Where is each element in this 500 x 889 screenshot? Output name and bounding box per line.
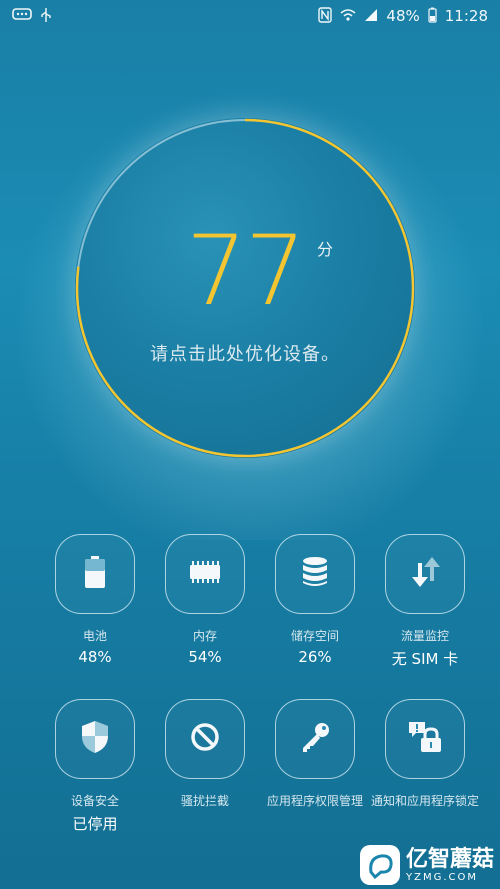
key-icon — [298, 720, 332, 758]
feature-grid: 电池 48% 内存 54% 储存空间 26% 流量监控 无 SIM 卡 设备安全… — [40, 534, 480, 834]
watermark-title: 亿智蘑菇 — [405, 846, 494, 872]
score-value: 77 — [185, 215, 306, 327]
tile-value: 48% — [78, 648, 112, 666]
battery-percent: 48% — [386, 7, 420, 25]
tile-app-permissions[interactable]: 应用程序权限管理 — [260, 699, 370, 834]
status-bar: 48% 11:28 — [0, 0, 500, 32]
tile-notification-app-lock[interactable]: 通知和应用程序锁定 — [370, 699, 480, 834]
tile-label: 内存 — [192, 629, 217, 643]
tile-battery[interactable]: 电池 48% — [40, 534, 150, 669]
nfc-icon — [318, 6, 333, 26]
message-icon — [12, 7, 32, 25]
tile-label: 流量监控 — [400, 629, 449, 643]
shield-icon — [80, 720, 110, 758]
storage-database-icon — [301, 556, 329, 592]
watermark-logo-icon — [359, 845, 400, 885]
tile-value: 无 SIM 卡 — [391, 650, 459, 668]
tile-device-security[interactable]: 设备安全 已停用 — [40, 699, 150, 834]
tile-memory[interactable]: 内存 54% — [150, 534, 260, 669]
tile-storage[interactable]: 储存空间 26% — [260, 534, 370, 669]
clock: 11:28 — [444, 7, 488, 25]
tile-value: 54% — [188, 648, 222, 666]
tile-label: 储存空间 — [290, 629, 339, 643]
tile-label: 通知和应用程序锁定 — [370, 794, 479, 808]
optimize-hint: 请点击此处优化设备。 — [150, 344, 340, 365]
tile-call-blocking[interactable]: 骚扰拦截 — [150, 699, 260, 834]
tile-label: 设备安全 — [70, 794, 119, 808]
data-arrows-icon — [408, 555, 442, 593]
tile-label: 应用程序权限管理 — [266, 794, 363, 808]
watermark: 亿智蘑菇 YZMG.COM — [359, 845, 494, 885]
wifi-icon — [340, 8, 356, 25]
watermark-subtitle: YZMG.COM — [405, 871, 478, 883]
memory-chip-icon — [187, 560, 223, 588]
lock-notification-icon — [407, 720, 443, 758]
battery-icon — [81, 555, 109, 593]
tile-label: 电池 — [82, 629, 107, 643]
battery-icon — [428, 7, 437, 26]
block-icon — [189, 721, 221, 757]
tile-value: 已停用 — [72, 815, 118, 833]
signal-icon — [364, 8, 378, 25]
score-unit: 分 — [317, 240, 334, 259]
tile-data-monitor[interactable]: 流量监控 无 SIM 卡 — [370, 534, 480, 669]
tile-value: 26% — [298, 648, 332, 666]
tile-label: 骚扰拦截 — [180, 794, 229, 808]
optimize-dial[interactable]: 77 分 请点击此处优化设备。 — [75, 118, 415, 458]
usb-icon — [40, 7, 52, 26]
